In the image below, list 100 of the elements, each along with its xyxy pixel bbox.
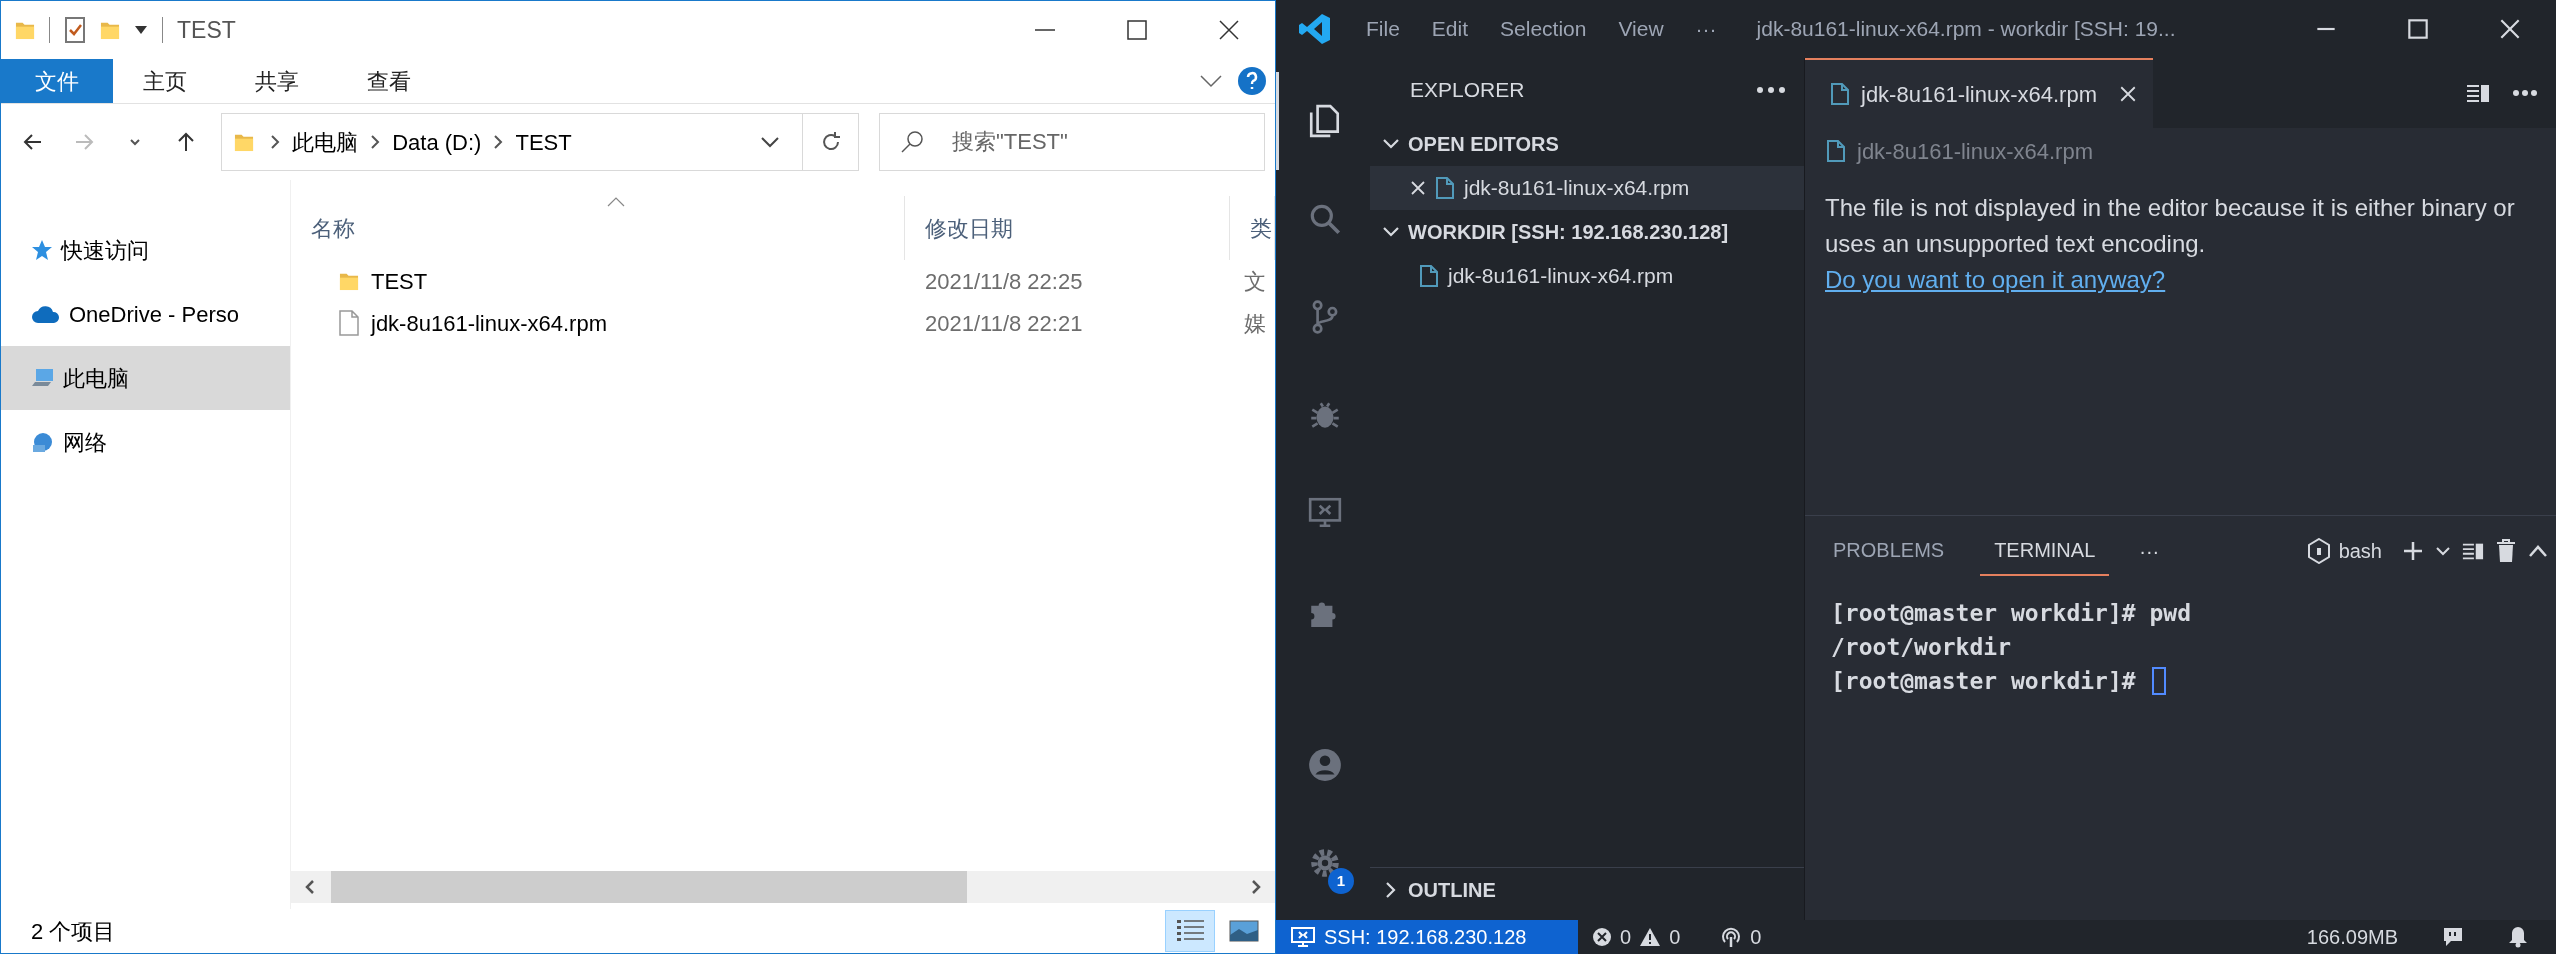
close-button[interactable] [1217, 18, 1241, 42]
ports-status[interactable]: 0 [1706, 920, 1776, 954]
scroll-left-icon[interactable] [303, 879, 317, 895]
chevron-icon [493, 135, 504, 149]
close-icon[interactable] [2119, 85, 2137, 103]
file-name: TEST [371, 267, 428, 296]
nav-item[interactable]: 此电脑 [1, 346, 290, 410]
terminal-selector[interactable]: bash [2298, 529, 2390, 573]
horizontal-scrollbar[interactable] [291, 871, 1275, 903]
section-header[interactable]: OUTLINE [1370, 868, 1804, 912]
address-bar[interactable]: 此电脑 Data (D:) TEST [221, 113, 859, 171]
chevron-icon [370, 135, 381, 149]
nav-item[interactable]: OneDrive - Perso [1, 282, 290, 346]
file-type: 文 [1243, 267, 1267, 296]
search-icon [899, 129, 925, 155]
plus-icon[interactable] [2402, 540, 2424, 562]
editor-tab[interactable]: jdk-8u161-linux-x64.rpm [1805, 58, 2153, 128]
network-icon [31, 431, 55, 453]
file-icon [339, 310, 359, 336]
split-terminal-icon[interactable] [2462, 541, 2484, 561]
warning-count: 0 [1669, 925, 1681, 950]
close-icon[interactable] [1410, 180, 1426, 196]
notification-badge: 1 [1328, 868, 1354, 894]
menu-item[interactable]: View [1602, 13, 1680, 45]
trash-icon[interactable] [2496, 539, 2516, 563]
scroll-right-icon[interactable] [1249, 879, 1263, 895]
menu-item[interactable]: Selection [1484, 13, 1603, 45]
tree-item[interactable]: jdk-8u161-linux-x64.rpm [1370, 254, 1804, 298]
dropdown-icon[interactable] [760, 136, 780, 148]
broadcast-icon [1720, 926, 1743, 948]
chevron-up-icon[interactable] [2528, 544, 2548, 558]
menu-item[interactable]: File [1350, 13, 1416, 45]
ribbon-tab[interactable]: 查看 [337, 59, 449, 103]
column-header[interactable]: 修改日期 [905, 196, 1230, 260]
nav-item[interactable]: 网络 [1, 410, 290, 474]
breadcrumb-item[interactable]: TEST [509, 125, 578, 159]
panel-tab[interactable]: PROBLEMS [1819, 526, 1959, 576]
image-icon [1229, 917, 1259, 945]
warning-icon [1639, 927, 1662, 947]
file-icon [1827, 140, 1845, 162]
star-icon [31, 239, 53, 261]
dropdown-icon[interactable] [134, 25, 148, 35]
more-button[interactable]: ··· [2131, 529, 2168, 573]
file-name: jdk-8u161-linux-x64.rpm [371, 309, 607, 338]
sidebar-title: EXPLORER [1410, 77, 1525, 104]
problems-status[interactable]: 0 0 [1578, 920, 1695, 954]
more-icon[interactable] [1756, 86, 1786, 94]
chevron-icon [270, 135, 281, 149]
app-logo-icon [1298, 12, 1332, 46]
editor-message: The file is not displayed in the editor because it is either binary or uses an unsupported text encoding. Do you want to open it anyway? [1824, 193, 2516, 295]
remote-icon [1290, 926, 1316, 948]
breadcrumb-item[interactable]: Data (D:) [386, 125, 488, 159]
file-icon [1420, 265, 1438, 287]
file-type: 媒 [1243, 309, 1267, 338]
more-icon[interactable] [2512, 89, 2538, 97]
section-header[interactable]: OPEN EDITORS [1370, 122, 1804, 166]
item-count: 2 个项目 [31, 917, 116, 946]
chevron-down-icon[interactable] [2436, 546, 2450, 556]
breadcrumb[interactable]: jdk-8u161-linux-x64.rpm [1857, 134, 2093, 168]
terminal-cursor [2151, 667, 2166, 695]
column-header[interactable]: 类 [1230, 196, 1275, 260]
error-count: 0 [1620, 925, 1632, 950]
details-view-button[interactable] [1165, 910, 1215, 952]
expand-ribbon-icon[interactable] [1199, 74, 1223, 88]
file-date: 2021/11/8 22:25 [924, 267, 1084, 296]
open-anyway-link[interactable]: Do you want to open it anyway? [1825, 266, 2166, 293]
search-field[interactable]: 搜索"TEST" [879, 113, 1265, 171]
account-icon[interactable] [1306, 747, 1343, 783]
file-menu-tab[interactable]: 文件 [1, 59, 113, 103]
window-title: TEST [177, 15, 236, 45]
sort-icon [607, 197, 625, 208]
file-row[interactable]: jdk-8u161-linux-x64.rpm 2021/11/8 22:21 媒 [291, 302, 1275, 344]
terminal-line: /root/workdir [1831, 633, 2011, 662]
remote-status[interactable]: SSH: 192.168.230.128 [1276, 920, 1578, 954]
breadcrumb-item[interactable]: 此电脑 [286, 125, 365, 159]
maximize-button[interactable] [1125, 18, 1149, 42]
terminal-line: [root@master workdir]# [1831, 667, 2136, 696]
split-editor-icon[interactable] [2466, 83, 2490, 103]
feedback-icon[interactable] [2442, 926, 2464, 948]
ribbon-tab[interactable]: 主页 [113, 59, 225, 103]
computer-icon [31, 367, 55, 389]
tree-item[interactable]: jdk-8u161-linux-x64.rpm [1370, 166, 1804, 210]
file-row[interactable]: TEST 2021/11/8 22:25 文 [291, 260, 1275, 302]
help-icon[interactable] [1237, 66, 1267, 96]
window-title: jdk-8u161-linux-x64.rpm - workdir [SSH: 19... [1756, 16, 2176, 43]
file-icon [1831, 83, 1849, 105]
memory-usage: 166.09MB [2305, 925, 2399, 950]
nav-item[interactable]: 快速访问 [1, 218, 290, 282]
bell-icon[interactable] [2508, 926, 2528, 948]
file-icon [1436, 177, 1454, 199]
section-header[interactable]: WORKDIR [SSH: 192.168.230.128] [1370, 210, 1804, 254]
column-header[interactable]: 名称 [291, 196, 905, 260]
maximize-button[interactable] [2405, 16, 2431, 42]
checklist-icon[interactable] [64, 17, 86, 43]
panel-tab[interactable]: TERMINAL [1980, 526, 2110, 576]
terminal-icon [2306, 538, 2331, 564]
menu-item[interactable]: ··· [1679, 13, 1733, 45]
error-icon [1592, 927, 1612, 947]
menu-item[interactable]: Edit [1415, 13, 1485, 45]
ribbon-tab[interactable]: 共享 [225, 59, 337, 103]
